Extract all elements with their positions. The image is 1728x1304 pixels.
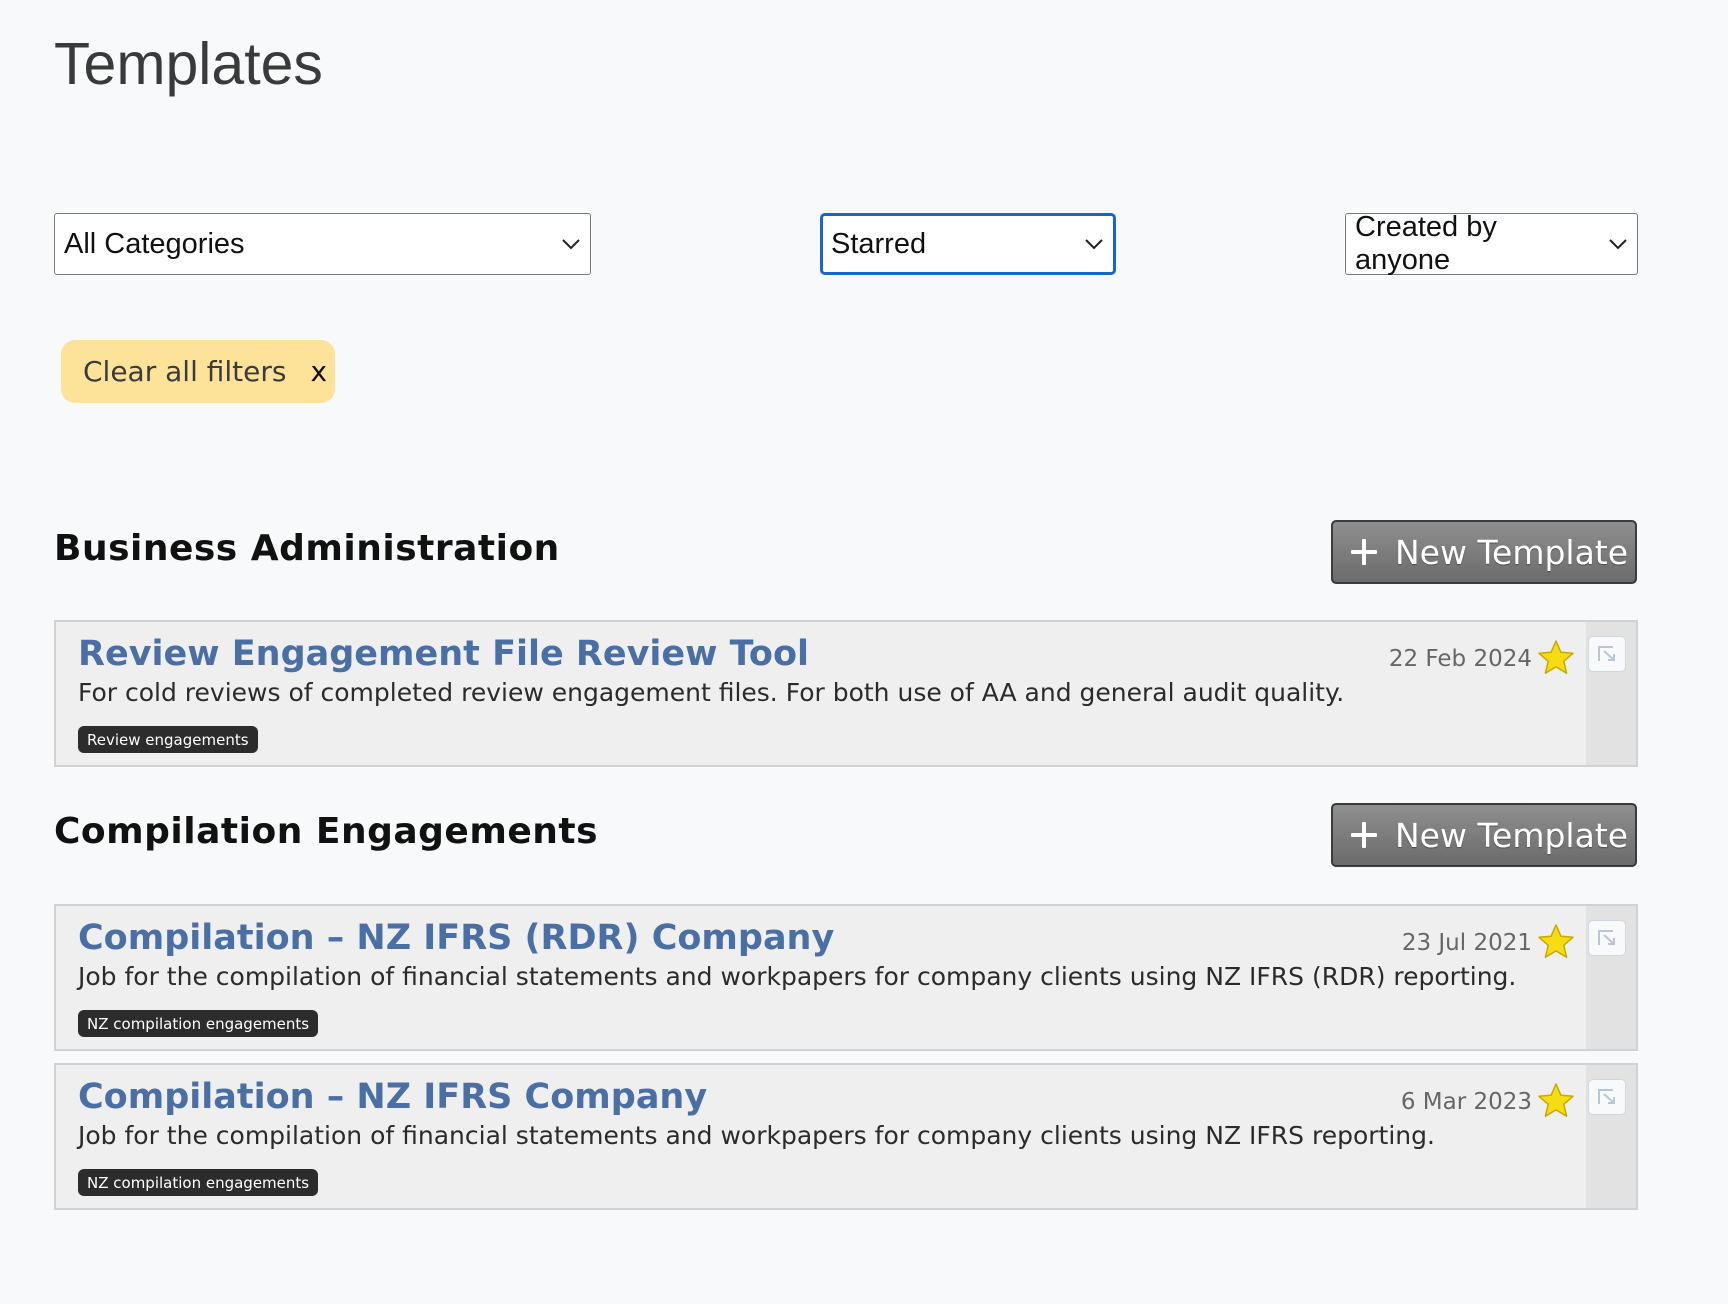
category-select-value: All Categories — [64, 227, 245, 260]
expand-arrow-icon — [1598, 646, 1615, 661]
section-title: Business Administration — [54, 528, 560, 569]
star-icon[interactable] — [1536, 638, 1576, 678]
star-icon[interactable] — [1536, 922, 1576, 962]
template-card[interactable]: Compilation – NZ IFRS Company Job for th… — [54, 1063, 1638, 1210]
creator-select[interactable]: Created by anyone — [1345, 211, 1638, 276]
template-description: Job for the compilation of financial sta… — [78, 1121, 1435, 1150]
template-card[interactable]: Compilation – NZ IFRS (RDR) Company Job … — [54, 904, 1638, 1051]
category-tag[interactable]: Review engagements — [78, 726, 258, 753]
open-template-button[interactable] — [1588, 636, 1626, 672]
starred-select[interactable]: Starred — [820, 213, 1116, 275]
template-title-link[interactable]: Compilation – NZ IFRS Company — [78, 1077, 707, 1117]
plus-icon — [1349, 820, 1379, 850]
expand-arrow-icon — [1598, 930, 1615, 945]
open-template-button[interactable] — [1588, 920, 1626, 956]
chevron-down-icon — [552, 229, 590, 259]
template-card[interactable]: Review Engagement File Review Tool For c… — [54, 620, 1638, 767]
star-icon[interactable] — [1536, 1081, 1576, 1121]
new-template-button[interactable]: New Template — [1331, 520, 1637, 584]
category-tag[interactable]: NZ compilation engagements — [78, 1169, 319, 1196]
template-title-link[interactable]: Review Engagement File Review Tool — [78, 634, 809, 674]
new-template-button[interactable]: New Template — [1331, 803, 1637, 867]
new-template-label: New Template — [1395, 815, 1629, 855]
template-date: 22 Feb 2024 — [1388, 646, 1532, 672]
template-date: 6 Mar 2023 — [1400, 1089, 1532, 1115]
chevron-down-icon — [1599, 229, 1637, 259]
open-template-button[interactable] — [1588, 1079, 1626, 1115]
close-icon: x — [310, 355, 328, 388]
expand-arrow-icon — [1598, 1089, 1615, 1104]
section-title: Compilation Engagements — [54, 811, 599, 852]
template-description: Job for the compilation of financial sta… — [78, 962, 1517, 991]
creator-select-value: Created by anyone — [1355, 211, 1497, 276]
chevron-down-icon — [1075, 229, 1113, 259]
category-tag[interactable]: NZ compilation engagements — [78, 1010, 319, 1037]
starred-select-value: Starred — [831, 227, 927, 260]
category-select[interactable]: All Categories — [54, 213, 591, 275]
plus-icon — [1349, 537, 1379, 567]
new-template-label: New Template — [1395, 532, 1629, 572]
template-title-link[interactable]: Compilation – NZ IFRS (RDR) Company — [78, 918, 834, 958]
template-description: For cold reviews of completed review eng… — [78, 678, 1345, 707]
clear-all-filters-button[interactable]: Clear all filters x — [61, 340, 335, 403]
clear-filters-label: Clear all filters — [83, 355, 287, 388]
page-title: Templates — [54, 31, 323, 97]
template-date: 23 Jul 2021 — [1401, 930, 1532, 956]
